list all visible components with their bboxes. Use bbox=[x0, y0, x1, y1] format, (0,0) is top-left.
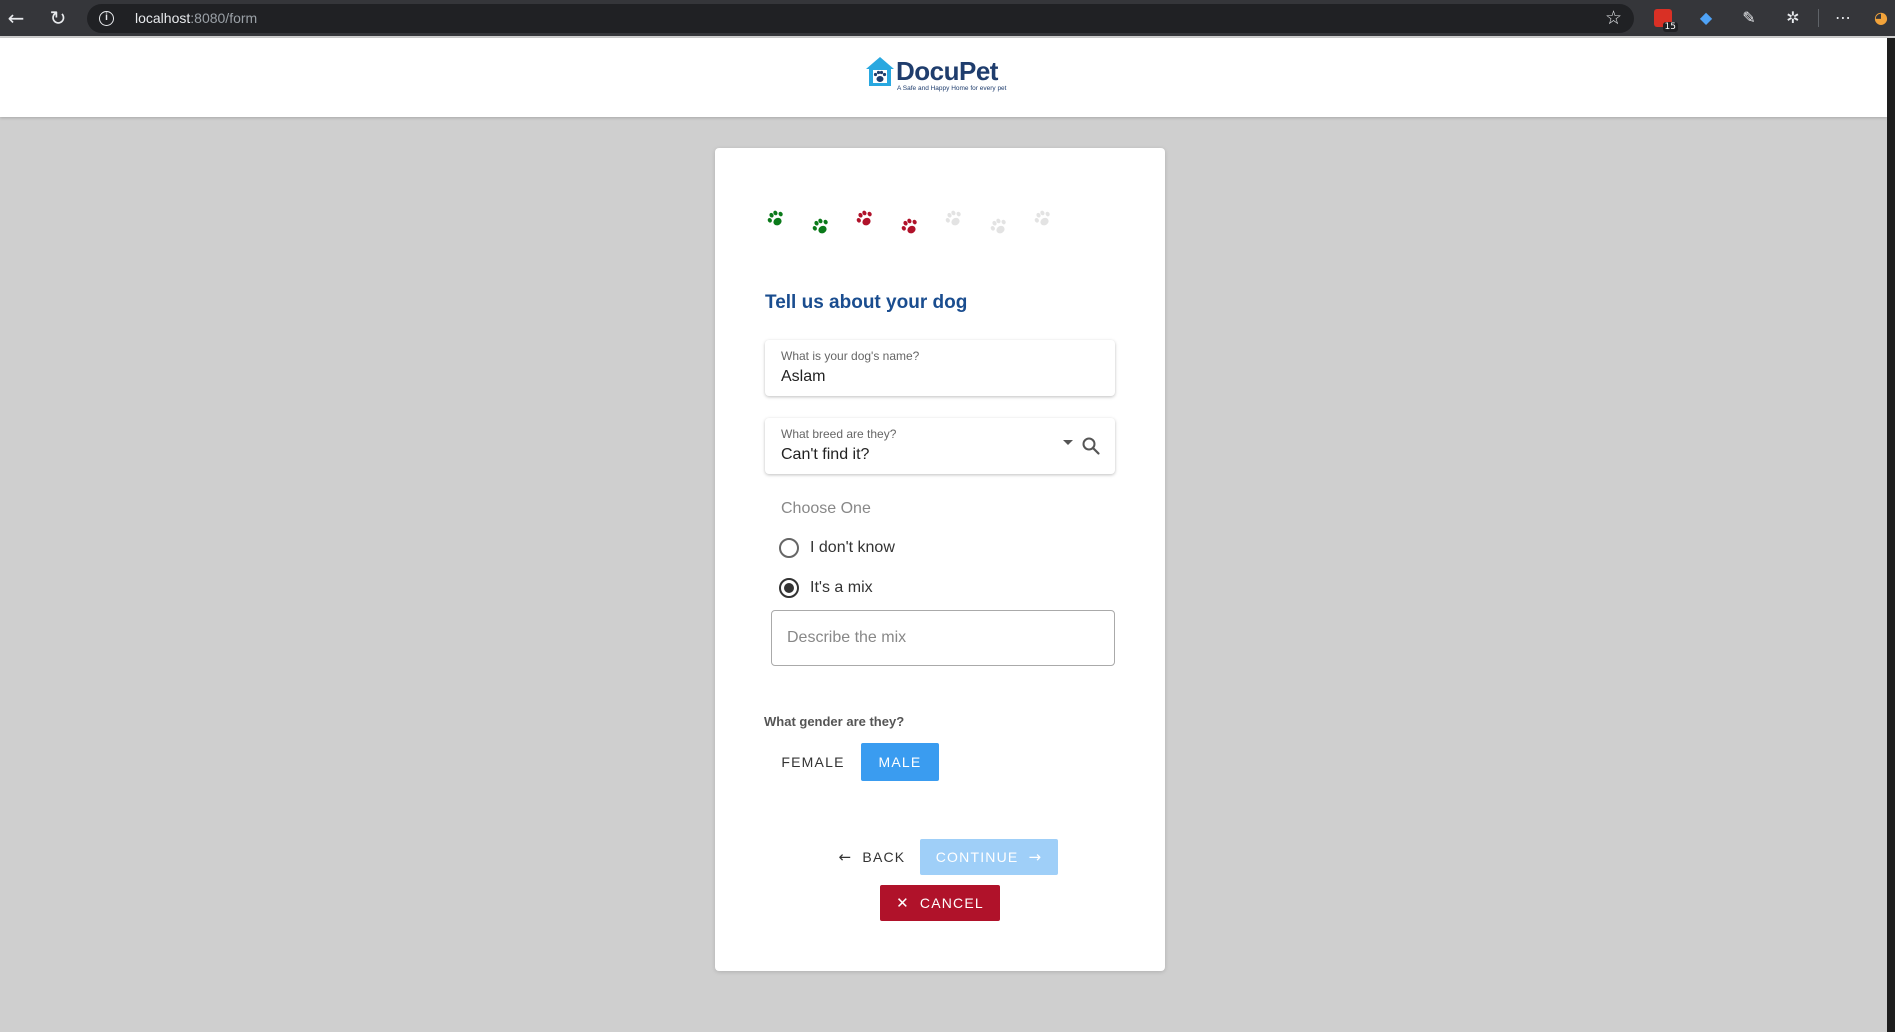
app-header: DocuPet A Safe and Happy Home for every … bbox=[0, 38, 1887, 117]
paw-step-7-icon bbox=[1034, 210, 1050, 226]
arrow-left-icon: ← bbox=[838, 848, 853, 866]
more-menu-icon[interactable]: ⋯ bbox=[1832, 7, 1854, 29]
dog-name-value[interactable]: Aslam bbox=[781, 368, 825, 386]
radio-label-dont-know: I don't know bbox=[810, 539, 895, 556]
dropdown-arrow-icon[interactable] bbox=[1063, 440, 1073, 445]
calendar-badge: 15 bbox=[1662, 22, 1678, 32]
radio-option-dont-know[interactable]: I don't know bbox=[779, 536, 895, 560]
gender-question: What gender are they? bbox=[764, 714, 905, 729]
form-title: Tell us about your dog bbox=[765, 292, 968, 313]
gem-extension-icon[interactable]: ◆ bbox=[1695, 7, 1717, 29]
search-icon[interactable] bbox=[1081, 436, 1101, 456]
reload-icon[interactable]: ↻ bbox=[46, 6, 70, 30]
dog-name-label: What is your dog's name? bbox=[781, 349, 920, 363]
continue-button[interactable]: CONTINUE → bbox=[920, 839, 1058, 875]
describe-mix-input[interactable] bbox=[771, 610, 1115, 666]
back-button[interactable]: ← BACK bbox=[832, 839, 912, 875]
docupet-logo[interactable]: DocuPet A Safe and Happy Home for every … bbox=[865, 56, 1015, 96]
arrow-right-icon: → bbox=[1028, 848, 1043, 866]
paw-step-3-icon bbox=[856, 210, 872, 226]
browser-toolbar: ← ↻ i localhost:8080/form ☆ 15 ◆ ✎ ✲ ⋯ ◕ bbox=[0, 0, 1895, 36]
choose-one-label: Choose One bbox=[781, 500, 871, 517]
window-edge bbox=[1887, 38, 1895, 1032]
cancel-label: CANCEL bbox=[919, 895, 984, 911]
gender-female-button[interactable]: FEMALE bbox=[765, 743, 861, 781]
gender-male-button[interactable]: MALE bbox=[861, 743, 939, 781]
paw-step-1-icon bbox=[767, 210, 783, 226]
bookmark-star-icon[interactable]: ☆ bbox=[1605, 7, 1622, 29]
form-card: Tell us about your dog What is your dog'… bbox=[715, 148, 1165, 971]
paw-step-6-icon bbox=[990, 218, 1006, 234]
back-arrow-icon[interactable]: ← bbox=[4, 6, 28, 30]
breed-field[interactable]: What breed are they? Can't find it? bbox=[765, 418, 1115, 474]
site-info-icon[interactable]: i bbox=[99, 11, 114, 26]
progress-paws bbox=[765, 208, 1125, 258]
radio-option-mix[interactable]: It's a mix bbox=[779, 576, 873, 600]
house-logo-icon bbox=[866, 57, 894, 86]
radio-dont-know[interactable] bbox=[779, 538, 799, 558]
address-bar[interactable]: i localhost:8080/form ☆ bbox=[87, 4, 1634, 33]
url-text: localhost:8080/form bbox=[135, 10, 258, 26]
radio-label-mix: It's a mix bbox=[810, 579, 873, 596]
breed-label: What breed are they? bbox=[781, 427, 897, 441]
logo-wordmark: DocuPet bbox=[896, 56, 998, 86]
breed-value[interactable]: Can't find it? bbox=[781, 446, 869, 464]
continue-label: CONTINUE bbox=[935, 849, 1019, 865]
copilot-icon[interactable]: ◕ bbox=[1870, 7, 1892, 29]
paw-step-5-icon bbox=[945, 210, 961, 226]
extensions-puzzle-icon[interactable]: ✲ bbox=[1782, 7, 1804, 29]
paw-step-4-icon bbox=[901, 218, 917, 234]
toolbar-divider bbox=[1818, 9, 1819, 27]
close-icon: ✕ bbox=[896, 894, 910, 912]
dog-name-field[interactable]: What is your dog's name? Aslam bbox=[765, 340, 1115, 396]
radio-mix[interactable] bbox=[779, 578, 799, 598]
pen-extension-icon[interactable]: ✎ bbox=[1738, 7, 1760, 29]
cancel-button[interactable]: ✕ CANCEL bbox=[880, 885, 1000, 921]
paw-step-2-icon bbox=[812, 218, 828, 234]
back-label: BACK bbox=[862, 849, 906, 865]
logo-tagline: A Safe and Happy Home for every pet bbox=[897, 85, 1007, 92]
calendar-extension-icon[interactable]: 15 bbox=[1654, 9, 1678, 32]
